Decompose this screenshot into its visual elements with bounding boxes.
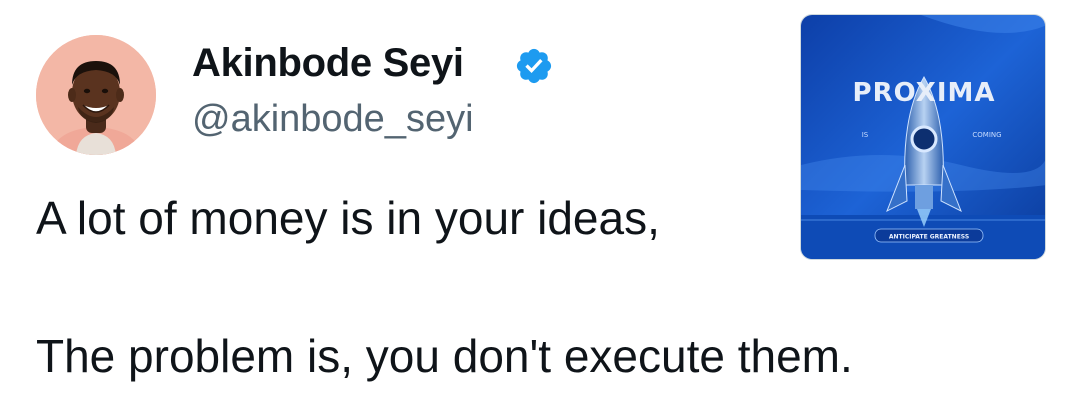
verified-badge-icon xyxy=(516,48,552,84)
media-brand-text: PROXIMA xyxy=(853,78,996,108)
media-tagline: ANTICIPATE GREATNESS xyxy=(889,234,969,241)
media-right-fragment: COMING xyxy=(972,131,1001,139)
tweet-media-image[interactable]: PROXIMA IS COMING ANTICIPATE GREATNESS xyxy=(800,14,1046,260)
tweet-card: Akinbode Seyi @akinbode_seyi A lot of mo… xyxy=(0,0,1080,420)
tweet-text-line-2: The problem is, you don't execute them. xyxy=(36,330,853,382)
media-left-fragment: IS xyxy=(862,131,869,139)
author-handle[interactable]: @akinbode_seyi xyxy=(192,96,474,142)
display-name[interactable]: Akinbode Seyi xyxy=(192,38,464,88)
profile-photo-icon xyxy=(36,35,156,155)
tweet-text-line-1: A lot of money is in your ideas, xyxy=(36,192,660,244)
avatar[interactable] xyxy=(36,35,156,155)
